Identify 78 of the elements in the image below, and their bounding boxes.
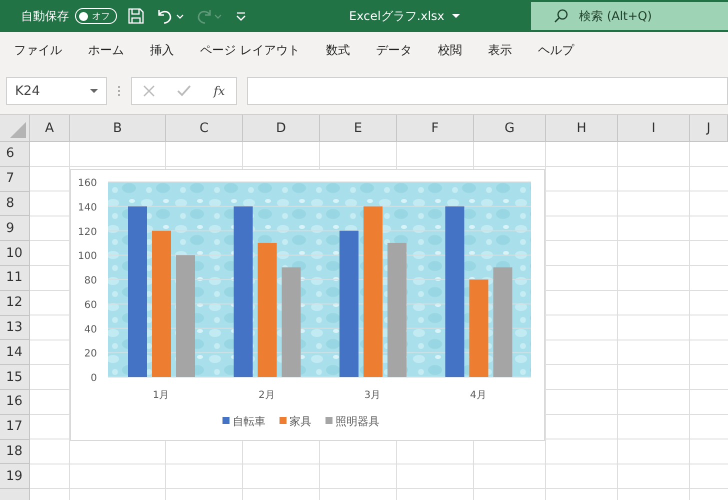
- y-axis-label: 100: [78, 251, 97, 262]
- menu-tab[interactable]: ホーム: [88, 42, 124, 58]
- legend-label: 家具: [290, 415, 312, 428]
- autosave-toggle[interactable]: オフ: [75, 8, 117, 24]
- insert-function-button[interactable]: fx: [214, 84, 225, 98]
- x-axis-label: 4月: [470, 390, 486, 401]
- file-name[interactable]: Excelグラフ.xlsx: [349, 8, 444, 24]
- x-axis-label: 3月: [364, 390, 381, 401]
- menu-tab[interactable]: 校閲: [438, 42, 462, 58]
- row-header[interactable]: 10: [0, 241, 30, 266]
- y-axis-label: 120: [78, 226, 97, 238]
- column-header[interactable]: B: [70, 115, 166, 141]
- search-field[interactable]: 検索 (Alt+Q): [531, 2, 728, 30]
- search-icon: [553, 8, 569, 24]
- triangle-icon[interactable]: [10, 122, 26, 138]
- row-header[interactable]: 16: [0, 390, 30, 415]
- row-header[interactable]: 17: [0, 414, 30, 440]
- column-header[interactable]: J: [690, 115, 728, 141]
- x-axis-label: 2月: [258, 390, 275, 401]
- menu-tab[interactable]: ヘルプ: [538, 42, 574, 58]
- y-axis-label: 20: [84, 348, 97, 360]
- caret-icon[interactable]: [452, 13, 460, 19]
- row-header[interactable]: 14: [0, 340, 30, 366]
- row-header[interactable]: 13: [0, 316, 30, 340]
- bar[interactable]: [234, 206, 253, 377]
- bar[interactable]: [258, 242, 277, 377]
- column-header[interactable]: I: [618, 115, 690, 141]
- column-header[interactable]: A: [30, 115, 70, 141]
- x-axis-label: 1月: [152, 390, 170, 401]
- bar[interactable]: [152, 230, 171, 377]
- column-header[interactable]: E: [320, 115, 397, 141]
- chart-background[interactable]: 0 20 40 60 80 100 120 140 160 1月 2月 3月 4月 自転車 家具 照明器具: [70, 169, 545, 441]
- column-header[interactable]: C: [166, 115, 243, 141]
- column-header[interactable]: D: [243, 115, 320, 141]
- y-axis-label: 0: [90, 373, 97, 384]
- menu-tab[interactable]: ページ レイアウト: [200, 42, 300, 58]
- bar[interactable]: [388, 242, 406, 377]
- menu-tab[interactable]: 挿入: [150, 42, 174, 58]
- formula-input[interactable]: [247, 77, 728, 105]
- row-header[interactable]: 12: [0, 290, 30, 316]
- y-axis-label: 140: [78, 202, 97, 214]
- bar[interactable]: [128, 206, 147, 377]
- grip-icon: [117, 84, 121, 98]
- row-header[interactable]: 19: [0, 464, 30, 490]
- y-axis-label: 40: [84, 324, 97, 336]
- y-axis-label: 80: [84, 276, 97, 286]
- caret-icon: [90, 88, 98, 94]
- menu-tab[interactable]: 表示: [488, 42, 512, 58]
- row-header[interactable]: 6: [0, 142, 30, 167]
- row-header[interactable]: 7: [0, 166, 30, 192]
- y-axis-label: 60: [84, 300, 97, 311]
- menu-tab[interactable]: データ: [376, 42, 412, 58]
- row-header[interactable]: 9: [0, 216, 30, 242]
- y-axis-label: 160: [78, 178, 97, 189]
- legend-label: 自転車: [232, 415, 266, 428]
- column-header[interactable]: G: [474, 115, 546, 141]
- row-header[interactable]: 18: [0, 440, 30, 464]
- row-header[interactable]: 11: [0, 266, 30, 291]
- cancel-icon[interactable]: [143, 85, 156, 97]
- name-box[interactable]: K24: [6, 77, 107, 105]
- bar[interactable]: [445, 206, 464, 377]
- bar[interactable]: [340, 230, 358, 377]
- save-icon[interactable]: [127, 7, 145, 25]
- check-icon[interactable]: [177, 85, 192, 97]
- bar[interactable]: [176, 255, 195, 377]
- bar[interactable]: [282, 267, 301, 377]
- menu-tab[interactable]: ファイル: [14, 42, 62, 58]
- bar[interactable]: [493, 267, 512, 377]
- legend-label: 照明器具: [336, 415, 380, 428]
- row-header[interactable]: 8: [0, 192, 30, 216]
- column-header[interactable]: F: [397, 115, 474, 141]
- menu-tab[interactable]: 数式: [326, 42, 350, 58]
- column-header[interactable]: H: [546, 115, 618, 141]
- row-header[interactable]: 15: [0, 365, 30, 390]
- autosave-label: 自動保存: [21, 8, 69, 24]
- search-input[interactable]: 検索 (Alt+Q): [577, 8, 701, 24]
- bar[interactable]: [469, 280, 488, 377]
- bar[interactable]: [364, 206, 382, 377]
